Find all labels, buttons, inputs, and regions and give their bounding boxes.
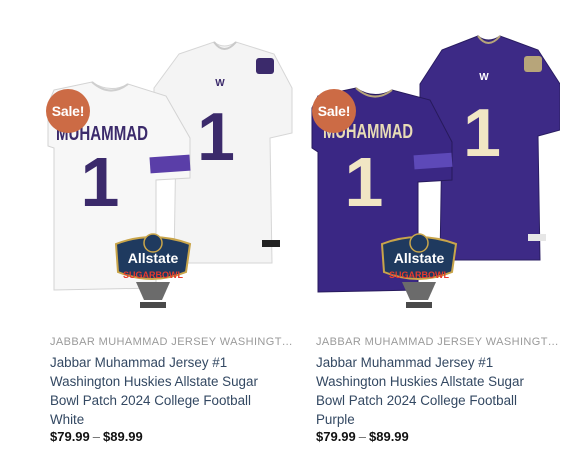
sugar-bowl-patch-icon: Allstate SUGARBOWL: [114, 233, 192, 308]
back-jersey-number: 1: [463, 95, 501, 171]
product-title-link[interactable]: Jabbar Muhammad Jersey #1 Washington Hus…: [316, 353, 554, 429]
product-card-white[interactable]: 1 W MUHAMMAD 1 Allstate SUGARBOWL Sale! …: [44, 0, 294, 460]
patch-brand: Allstate: [394, 250, 445, 266]
product-image[interactable]: 1 W MUHAMMAD 1 Allstate SUGARBOWL Sale!: [44, 28, 294, 328]
price-high: $89.99: [369, 429, 409, 444]
back-logo: W: [215, 78, 225, 89]
product-category-link[interactable]: JABBAR MUHAMMAD JERSEY WASHINGTO...: [50, 336, 294, 348]
product-category-link[interactable]: JABBAR MUHAMMAD JERSEY WASHINGTO...: [316, 336, 560, 348]
sale-badge: Sale!: [46, 89, 90, 133]
product-card-purple[interactable]: 1 W MUHAMMAD 1 Allstate SUGARBOWL Sale! …: [310, 0, 560, 460]
product-price-range: $79.99– $89.99: [316, 429, 409, 444]
back-logo: W: [479, 72, 489, 83]
front-jersey-number: 1: [345, 143, 384, 221]
product-image[interactable]: 1 W MUHAMMAD 1 Allstate SUGARBOWL Sale!: [310, 28, 560, 328]
price-separator: –: [358, 429, 366, 444]
patch-event: SUGARBOWL: [389, 270, 449, 280]
sale-badge: Sale!: [312, 89, 356, 133]
product-price-range: $79.99– $89.99: [50, 429, 143, 444]
patch-event: SUGARBOWL: [123, 270, 183, 280]
front-jersey-number: 1: [81, 143, 120, 221]
patch-brand: Allstate: [128, 250, 179, 266]
sugar-bowl-patch-icon: Allstate SUGARBOWL: [380, 233, 458, 308]
price-low: $79.99: [50, 429, 90, 444]
price-high: $89.99: [103, 429, 143, 444]
product-title-link[interactable]: Jabbar Muhammad Jersey #1 Washington Hus…: [50, 353, 288, 429]
price-low: $79.99: [316, 429, 356, 444]
back-jersey-number: 1: [197, 99, 235, 175]
price-separator: –: [92, 429, 100, 444]
